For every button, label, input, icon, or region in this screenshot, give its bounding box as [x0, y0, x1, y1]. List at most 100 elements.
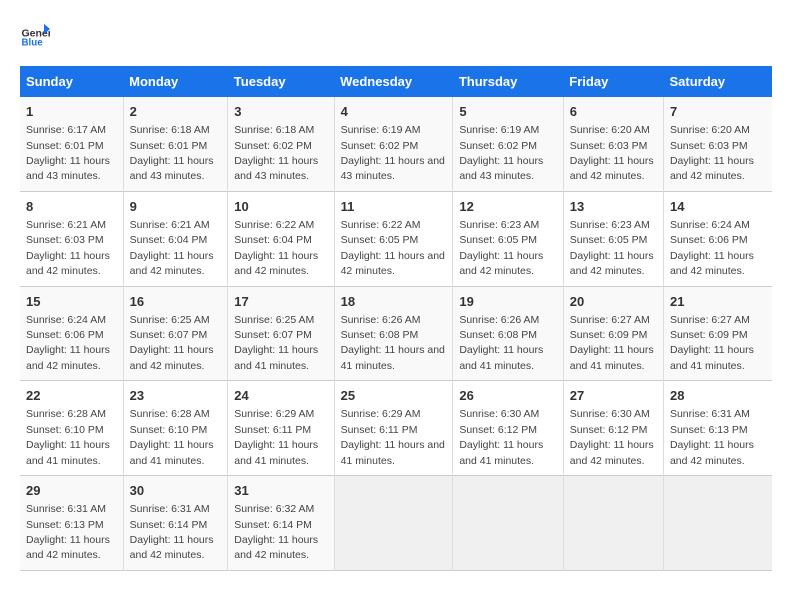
calendar-cell	[334, 476, 453, 571]
day-number: 6	[570, 103, 657, 121]
day-number: 12	[459, 198, 556, 216]
calendar-cell: 17Sunrise: 6:25 AMSunset: 6:07 PMDayligh…	[228, 286, 334, 381]
sunset-info: Sunset: 6:07 PM	[234, 329, 312, 341]
sunset-info: Sunset: 6:05 PM	[570, 234, 648, 246]
day-number: 15	[26, 293, 117, 311]
calendar-cell: 19Sunrise: 6:26 AMSunset: 6:08 PMDayligh…	[453, 286, 563, 381]
sunset-info: Sunset: 6:06 PM	[26, 329, 104, 341]
sunset-info: Sunset: 6:01 PM	[130, 140, 208, 152]
sunset-info: Sunset: 6:05 PM	[459, 234, 537, 246]
calendar-header-row: SundayMondayTuesdayWednesdayThursdayFrid…	[20, 66, 772, 97]
sunrise-info: Sunrise: 6:25 AM	[130, 314, 210, 326]
daylight-info: Daylight: 11 hours and 41 minutes.	[459, 439, 543, 466]
sunrise-info: Sunrise: 6:18 AM	[130, 124, 210, 136]
calendar-cell: 27Sunrise: 6:30 AMSunset: 6:12 PMDayligh…	[563, 381, 663, 476]
day-number: 31	[234, 482, 327, 500]
sunrise-info: Sunrise: 6:17 AM	[26, 124, 106, 136]
sunset-info: Sunset: 6:13 PM	[26, 519, 104, 531]
day-number: 14	[670, 198, 766, 216]
sunrise-info: Sunrise: 6:18 AM	[234, 124, 314, 136]
calendar-week-row: 1Sunrise: 6:17 AMSunset: 6:01 PMDaylight…	[20, 97, 772, 191]
sunset-info: Sunset: 6:02 PM	[459, 140, 537, 152]
sunrise-info: Sunrise: 6:21 AM	[26, 219, 106, 231]
daylight-info: Daylight: 11 hours and 42 minutes.	[130, 344, 214, 371]
calendar-cell: 8Sunrise: 6:21 AMSunset: 6:03 PMDaylight…	[20, 191, 123, 286]
sunset-info: Sunset: 6:07 PM	[130, 329, 208, 341]
day-number: 16	[130, 293, 222, 311]
calendar-cell: 12 Sunrise: 6:23 AM Sunset: 6:05 PM Dayligh…	[453, 191, 563, 286]
sunset-info: Sunset: 6:14 PM	[234, 519, 312, 531]
sunset-info: Sunset: 6:06 PM	[670, 234, 748, 246]
daylight-info: Daylight: 11 hours and 42 minutes.	[130, 250, 214, 277]
sunset-info: Sunset: 6:02 PM	[234, 140, 312, 152]
day-number: 22	[26, 387, 117, 405]
sunset-info: Sunset: 6:14 PM	[130, 519, 208, 531]
daylight-info: Daylight: 11 hours and 42 minutes.	[570, 250, 654, 277]
calendar-cell: 5Sunrise: 6:19 AMSunset: 6:02 PMDaylight…	[453, 97, 563, 191]
calendar-cell: 23 Sunrise: 6:28 AM Sunset: 6:10 PM Dayligh…	[123, 381, 228, 476]
daylight-info: Daylight: 11 hours and 42 minutes.	[459, 250, 543, 277]
sunset-info: Sunset: 6:11 PM	[234, 424, 311, 436]
sunset-info: Sunset: 6:10 PM	[130, 424, 208, 436]
sunrise-info: Sunrise: 6:32 AM	[234, 503, 314, 515]
logo-icon: General Blue	[20, 20, 50, 50]
column-header-sunday: Sunday	[20, 66, 123, 97]
daylight-info: Daylight: 11 hours and 42 minutes.	[670, 250, 754, 277]
sunset-info: Sunset: 6:11 PM	[341, 424, 418, 436]
daylight-info: Daylight: 11 hours and 43 minutes.	[26, 155, 110, 182]
sunset-info: Sunset: 6:12 PM	[570, 424, 648, 436]
daylight-info: Daylight: 11 hours and 42 minutes.	[26, 250, 110, 277]
day-number: 28	[670, 387, 766, 405]
day-number: 23	[130, 387, 222, 405]
day-number: 24	[234, 387, 327, 405]
column-header-wednesday: Wednesday	[334, 66, 453, 97]
sunrise-info: Sunrise: 6:20 AM	[570, 124, 650, 136]
sunrise-info: Sunrise: 6:31 AM	[130, 503, 210, 515]
day-number: 17	[234, 293, 327, 311]
daylight-info: Daylight: 11 hours and 41 minutes.	[130, 439, 214, 466]
calendar-cell: 2Sunrise: 6:18 AMSunset: 6:01 PMDaylight…	[123, 97, 228, 191]
sunrise-info: Sunrise: 6:27 AM	[570, 314, 650, 326]
sunrise-info: Sunrise: 6:31 AM	[670, 408, 750, 420]
day-number: 27	[570, 387, 657, 405]
calendar-cell	[663, 476, 772, 571]
column-header-monday: Monday	[123, 66, 228, 97]
sunrise-info: Sunrise: 6:19 AM	[341, 124, 421, 136]
sunrise-info: Sunrise: 6:26 AM	[341, 314, 421, 326]
sunrise-info: Sunrise: 6:28 AM	[130, 408, 210, 420]
calendar-week-row: 29Sunrise: 6:31 AMSunset: 6:13 PMDayligh…	[20, 476, 772, 571]
day-number: 8	[26, 198, 117, 216]
daylight-info: Daylight: 11 hours and 43 minutes.	[341, 155, 445, 182]
daylight-info: Daylight: 11 hours and 42 minutes.	[341, 250, 445, 277]
sunrise-info: Sunrise: 6:30 AM	[570, 408, 650, 420]
column-header-saturday: Saturday	[663, 66, 772, 97]
column-header-friday: Friday	[563, 66, 663, 97]
daylight-info: Daylight: 11 hours and 43 minutes.	[459, 155, 543, 182]
daylight-info: Daylight: 11 hours and 41 minutes.	[234, 344, 318, 371]
daylight-info: Daylight: 11 hours and 41 minutes.	[341, 439, 445, 466]
sunrise-info: Sunrise: 6:23 AM	[459, 219, 539, 231]
sunset-info: Sunset: 6:08 PM	[459, 329, 537, 341]
logo: General Blue	[20, 20, 54, 50]
calendar-cell: 11Sunrise: 6:22 AMSunset: 6:05 PMDayligh…	[334, 191, 453, 286]
daylight-info: Daylight: 11 hours and 42 minutes.	[26, 534, 110, 561]
calendar-cell: 6Sunrise: 6:20 AMSunset: 6:03 PMDaylight…	[563, 97, 663, 191]
sunrise-info: Sunrise: 6:24 AM	[26, 314, 106, 326]
day-number: 26	[459, 387, 556, 405]
sunset-info: Sunset: 6:08 PM	[341, 329, 419, 341]
calendar-cell: 9Sunrise: 6:21 AMSunset: 6:04 PMDaylight…	[123, 191, 228, 286]
daylight-info: Daylight: 11 hours and 41 minutes.	[234, 439, 318, 466]
daylight-info: Daylight: 11 hours and 42 minutes.	[130, 534, 214, 561]
calendar-cell	[453, 476, 563, 571]
calendar-cell: 28Sunrise: 6:31 AMSunset: 6:13 PMDayligh…	[663, 381, 772, 476]
daylight-info: Daylight: 11 hours and 41 minutes.	[26, 439, 110, 466]
daylight-info: Daylight: 11 hours and 42 minutes.	[570, 155, 654, 182]
calendar-cell: 26Sunrise: 6:30 AMSunset: 6:12 PMDayligh…	[453, 381, 563, 476]
sunrise-info: Sunrise: 6:21 AM	[130, 219, 210, 231]
sunset-info: Sunset: 6:04 PM	[130, 234, 208, 246]
calendar-cell: 4Sunrise: 6:19 AMSunset: 6:02 PMDaylight…	[334, 97, 453, 191]
calendar-week-row: 22 Sunrise: 6:28 AM Sunset: 6:10 PM Dayligh…	[20, 381, 772, 476]
daylight-info: Daylight: 11 hours and 42 minutes.	[670, 155, 754, 182]
sunset-info: Sunset: 6:09 PM	[670, 329, 748, 341]
sunset-info: Sunset: 6:10 PM	[26, 424, 104, 436]
